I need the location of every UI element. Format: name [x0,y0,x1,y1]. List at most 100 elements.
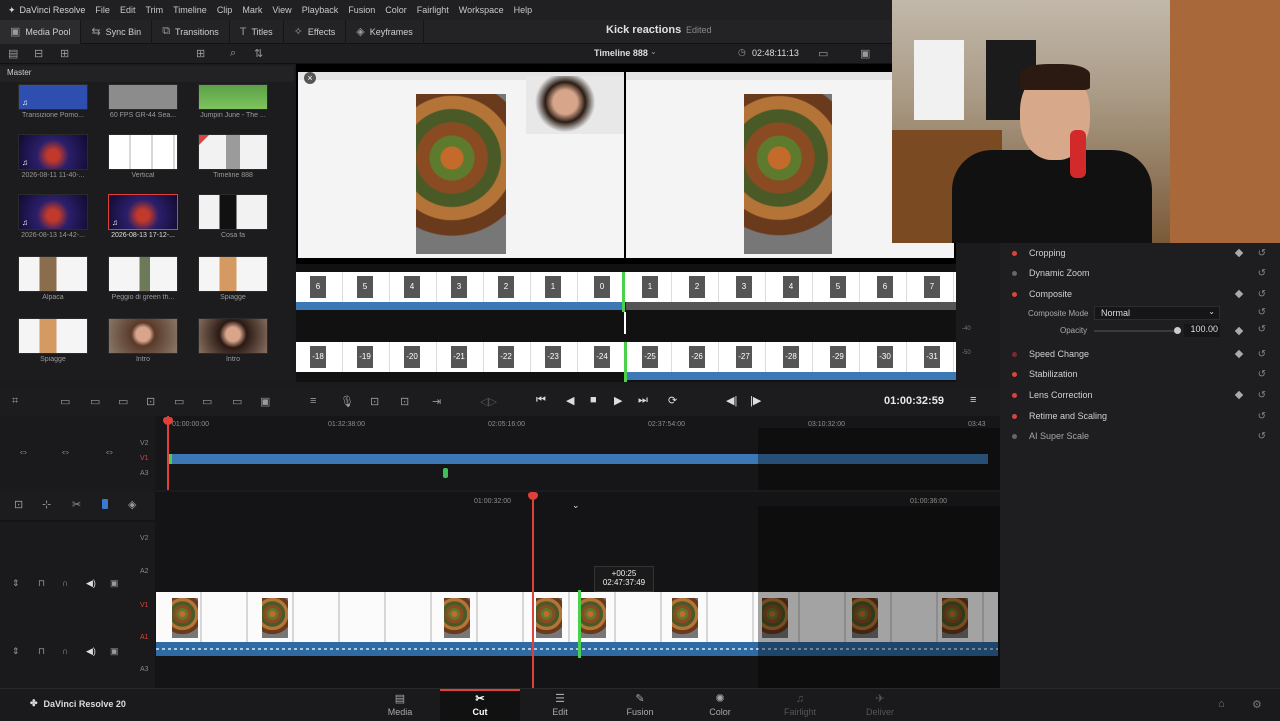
lower-timeline[interactable]: ⊡ ⊹ ✂ ◈ ⇕ ⊓ ∩ ◀) ▣ ⇕ ⊓ ∩ ◀) ▣ ⇕ ⊓ ∩ ◀) V… [0,492,1000,704]
clip-item-selected[interactable]: ♫ 2026-08-13 17-12-... [108,194,178,239]
reset-icon[interactable]: ↺ [1258,324,1266,335]
track-move-icon[interactable]: ⇕ [12,646,20,657]
keyframe-diamond-icon[interactable] [1234,289,1244,299]
menu-edit[interactable]: Edit [120,5,136,15]
edit-point-marker[interactable] [624,342,627,382]
upper-playhead[interactable] [167,416,169,490]
inspector-row-lens-correction[interactable]: Lens Correction ↺ [1000,385,1280,405]
clip-item[interactable]: Alpaca [18,256,88,301]
track-tool-icon[interactable]: ⇔ [60,446,71,458]
composite-mode-select[interactable]: Normal ⌄ [1094,306,1220,320]
track-tool-icon[interactable]: ⇔ [18,446,29,458]
reset-icon[interactable]: ↺ [1258,411,1266,422]
chevron-down-icon[interactable]: ⌄ [650,47,657,56]
monitor-icon[interactable]: ▣ [260,395,270,408]
page-deliver[interactable]: ✈ Deliver [840,689,920,721]
edit-point-marker[interactable] [578,590,581,658]
trim-strip[interactable]: 6 5 4 3 2 1 0 1 2 3 4 5 6 7 -18 -19 -20 … [296,264,956,382]
lock-icon[interactable]: ⊓ [38,646,45,657]
enabled-dot[interactable] [1012,392,1017,398]
reset-icon[interactable]: ↺ [1258,431,1266,442]
sync-bin-button[interactable]: ⇆ Sync Bin [81,19,153,44]
viewer[interactable]: × [296,64,956,264]
stop-icon[interactable]: ■ [590,394,597,406]
effects-button[interactable]: ✧ Effects [284,19,347,44]
timeline-name[interactable]: Timeline 888 [594,48,648,58]
flag-icon[interactable]: ◈ [128,498,136,511]
skip-back-icon[interactable]: ⏮ [536,394,546,407]
prev-edit-icon[interactable]: ◀| [726,394,737,407]
edit-point-marker[interactable] [622,272,625,312]
clip-item[interactable]: Timeline 888 [198,134,268,179]
inspector-row-retime[interactable]: Retime and Scaling ↺ [1000,406,1280,426]
next-edit-icon[interactable]: |▶ [750,394,761,407]
page-cut[interactable]: ✂ Cut [440,689,520,721]
clip-item[interactable]: 60 FPS GR-44 Sea... [108,84,178,119]
reset-icon[interactable]: ↺ [1258,268,1266,279]
audio-tools-icon[interactable]: ≡ [310,395,316,407]
keyframes-button[interactable]: ◈ Keyframes [346,19,424,44]
razor-icon[interactable]: ✂ [72,498,81,511]
import-icon[interactable]: ⊞ [60,47,69,60]
safe-area-icon[interactable]: ▣ [860,47,870,60]
close-up-icon[interactable]: ⊡ [146,395,155,408]
clip-item[interactable]: Spiagge [18,318,88,363]
reset-icon[interactable]: ↺ [1258,369,1266,380]
play-reverse-icon[interactable]: ◀ [566,394,574,407]
menu-view[interactable]: View [272,5,291,15]
marker-icon[interactable] [102,499,108,509]
headphones-icon[interactable]: ∩ [62,578,68,588]
reset-icon[interactable]: ↺ [1258,248,1266,259]
smart-insert-icon[interactable]: ▭ [60,395,70,408]
inspector-row-speed-change[interactable]: Speed Change ↺ [1000,344,1280,364]
menu-fairlight[interactable]: Fairlight [417,5,449,15]
clip-item[interactable]: Vertical [108,134,178,179]
enabled-dot[interactable] [1012,413,1017,419]
skip-forward-icon[interactable]: ⏭ [638,394,648,407]
transitions-button[interactable]: ⧉ Transitions [152,19,230,44]
menu-help[interactable]: Help [514,5,533,15]
snap-icon[interactable]: ⊡ [14,498,23,511]
close-icon[interactable]: × [304,72,316,84]
reset-icon[interactable]: ↺ [1258,390,1266,401]
sort-icon[interactable]: ⇅ [254,47,263,60]
play-icon[interactable]: ▶ [614,394,622,407]
reset-icon[interactable]: ↺ [1258,307,1266,318]
clip-item[interactable]: Intro [198,318,268,363]
clip-item[interactable]: ♫ 2026-08-13 14-42-... [18,194,88,239]
opacity-field[interactable]: 100.00 [1184,324,1220,337]
menu-color[interactable]: Color [385,5,407,15]
chevron-down-icon[interactable]: ⌄ [572,500,580,511]
track-display-icon[interactable]: ▣ [110,646,119,657]
reset-icon[interactable]: ↺ [1258,289,1266,300]
menu-trim[interactable]: Trim [145,5,163,15]
enabled-dot[interactable] [1012,351,1017,357]
speaker-icon[interactable]: ◀) [86,578,96,589]
lower-playhead[interactable] [532,492,534,688]
viewer-mode-icon[interactable]: ▭ [818,47,828,60]
lock-icon[interactable]: ⊓ [38,578,45,589]
new-bin-icon[interactable]: ⊟ [34,47,43,60]
source-overwrite-icon[interactable]: ▭ [202,395,212,408]
append-icon[interactable]: ▭ [90,395,100,408]
inspector-row-dynamic-zoom[interactable]: Dynamic Zoom ↺ [1000,263,1280,283]
mic-icon[interactable]: 🎙︎ [340,395,354,408]
inspector-row-stabilization[interactable]: Stabilization ↺ [1000,364,1280,384]
camera-icon[interactable]: ⊡ [370,395,379,408]
menu-mark[interactable]: Mark [242,5,262,15]
enabled-dot[interactable] [1012,270,1017,276]
enabled-dot[interactable] [1012,433,1017,439]
speaker-icon[interactable]: ◀) [86,646,96,657]
page-color[interactable]: ✺ Color [680,689,760,721]
panel-layout-icon[interactable]: ▤ [8,47,18,60]
clip-item[interactable]: Jumpin June - The ... [198,84,268,119]
display-icon[interactable]: ⊡ [400,395,409,408]
home-icon[interactable]: ⌂ [1218,698,1225,710]
page-fusion[interactable]: ✎ Fusion [600,689,680,721]
settings-icon[interactable]: ⚙ [1252,698,1262,711]
tool-icon[interactable]: ⌗ [12,395,18,408]
opacity-slider[interactable] [1094,327,1181,334]
reset-icon[interactable]: ↺ [1258,349,1266,360]
loop-icon[interactable]: ⟳ [668,394,677,407]
clip-item[interactable]: Spiagge [198,256,268,301]
